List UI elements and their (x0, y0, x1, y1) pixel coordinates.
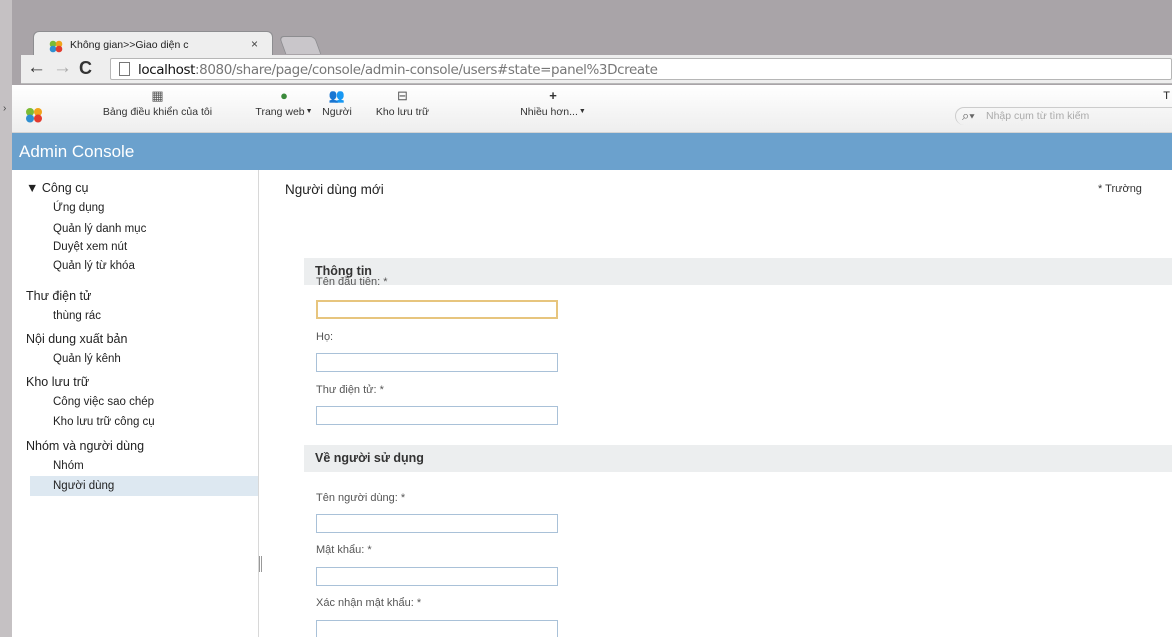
sidebar-item-trashcan[interactable]: thùng rác (53, 310, 101, 322)
chevron-down-icon: ▼ (578, 108, 586, 115)
dashboard-icon: ▦ (151, 88, 164, 103)
nav-repository[interactable]: ⊟ Kho lưu trữ (365, 88, 440, 119)
sidebar-group-tools[interactable]: ▼ Công cụ (26, 181, 88, 195)
sidebar-item-node-browser[interactable]: Duyệt xem nút (53, 241, 127, 253)
url-path: :8080/share/page/console/admin-console/u… (195, 62, 658, 78)
page-icon (119, 62, 130, 76)
confirm-password-field[interactable] (316, 620, 558, 637)
new-tab-button[interactable] (278, 36, 322, 54)
nav-more[interactable]: + Nhiều hơn...▼ (505, 88, 601, 119)
chevron-down-icon: ▼ (305, 108, 313, 115)
email-field[interactable] (316, 406, 558, 425)
tab-close-icon[interactable]: × (251, 37, 258, 51)
sidebar-item-applications[interactable]: Ứng dụng (53, 202, 104, 214)
form-title: Người dùng mới (285, 182, 384, 197)
password-label: Mật khẩu: * (316, 544, 372, 556)
section-header-about-user: Về người sử dụng (304, 445, 1172, 472)
confirm-password-label: Xác nhận mật khẩu: * (316, 597, 422, 609)
search-icon[interactable]: ⌕▾ (962, 108, 975, 124)
required-fields-note: * Trường (1098, 183, 1142, 195)
sidebar-item-category-manager[interactable]: Quản lý danh mục (53, 223, 146, 235)
repository-icon: ⊟ (397, 88, 408, 103)
app-header: ▦ Bảng điều khiển của tôi ● Trang web▼ 👥… (12, 85, 1172, 133)
nav-repository-label: Kho lưu trữ (375, 106, 430, 118)
tab-title: Không gian>>Giao diện c (70, 39, 189, 51)
first-name-field[interactable] (316, 300, 558, 319)
nav-sites[interactable]: ● Trang web▼ (254, 88, 314, 119)
nav-my-dashboard[interactable]: ▦ Bảng điều khiển của tôi (70, 88, 245, 119)
nav-sites-label: Trang web (255, 106, 305, 118)
first-name-label: Tên đầu tiên: * (316, 276, 388, 288)
back-arrow-icon[interactable]: ← (27, 57, 46, 79)
window-left-edge: › (0, 0, 12, 637)
sidebar-item-replication-jobs[interactable]: Công việc sao chép (53, 396, 154, 408)
people-icon: 👥 (328, 88, 346, 103)
last-name-label: Họ: (316, 331, 334, 343)
section-header-info: Thông tin (304, 258, 1172, 285)
collapse-arrow-icon[interactable]: › (3, 103, 6, 114)
browser-toolbar: ← → C localhost:8080/share/page/console/… (21, 55, 1172, 84)
search-placeholder: Nhập cụm từ tìm kiếm (986, 110, 1090, 122)
search-input[interactable]: ⌕▾ Nhập cụm từ tìm kiếm (955, 107, 1172, 125)
nav-people-label: Người (322, 106, 352, 118)
user-menu[interactable]: T (1163, 90, 1170, 102)
alfresco-favicon-icon (49, 40, 63, 53)
reload-icon[interactable]: C (79, 57, 92, 79)
last-name-field[interactable] (316, 353, 558, 372)
sidebar-item-channel-manager[interactable]: Quản lý kênh (53, 353, 121, 365)
sidebar-group-publishing: Nội dung xuất bản (26, 332, 128, 346)
sidebar-item-users[interactable]: Người dùng (53, 480, 114, 492)
globe-icon: ● (280, 88, 288, 103)
alfresco-logo-icon[interactable] (24, 106, 44, 124)
splitter-grip-icon[interactable] (259, 556, 262, 572)
nav-people[interactable]: 👥 Người (318, 88, 356, 119)
nav-my-dashboard-label: Bảng điều khiển của tôi (102, 106, 213, 118)
main-body: ▼ Công cụ Ứng dụng Quản lý danh mục Duyệ… (12, 170, 1172, 637)
nav-more-label: Nhiều hơn... (520, 106, 578, 118)
username-field[interactable] (316, 514, 558, 533)
password-field[interactable] (316, 567, 558, 586)
address-bar[interactable]: localhost:8080/share/page/console/admin-… (110, 58, 1172, 80)
page-title: Admin Console (19, 142, 135, 161)
email-label: Thư điện tử: * (316, 384, 384, 396)
sidebar-item-groups[interactable]: Nhóm (53, 460, 84, 472)
sidebar-item-repository-tools[interactable]: Kho lưu trữ công cụ (53, 416, 155, 428)
url-host: localhost (138, 62, 195, 78)
sidebar-group-users-groups: Nhóm và người dùng (26, 439, 145, 453)
admin-console-bar: Admin Console (12, 133, 1172, 170)
plus-icon: + (549, 88, 557, 103)
forward-arrow-icon[interactable]: → (53, 57, 72, 79)
sidebar-group-email: Thư điện tử (26, 289, 92, 303)
admin-sidebar: ▼ Công cụ Ứng dụng Quản lý danh mục Duyệ… (12, 170, 258, 637)
username-label: Tên người dùng: * (316, 492, 406, 504)
sidebar-item-tag-manager[interactable]: Quản lý từ khóa (53, 260, 135, 272)
sidebar-group-repository: Kho lưu trữ (26, 375, 90, 389)
